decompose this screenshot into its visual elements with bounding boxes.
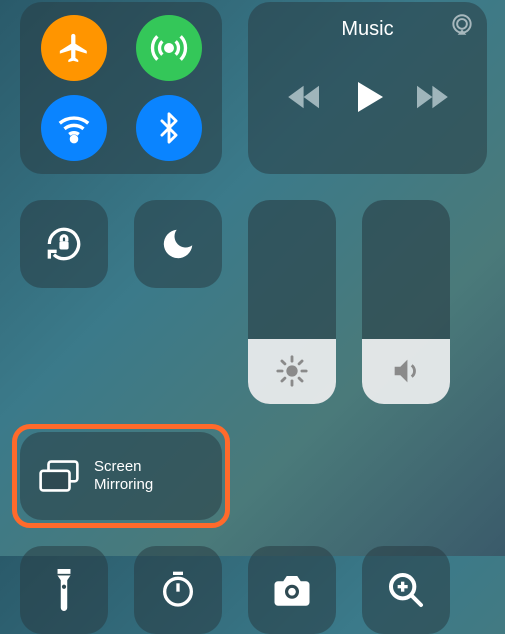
camera-icon xyxy=(271,572,313,608)
music-panel[interactable]: Music xyxy=(248,2,487,174)
airplane-mode-toggle[interactable] xyxy=(41,15,107,81)
airplay-icon[interactable] xyxy=(449,12,475,38)
do-not-disturb-toggle[interactable] xyxy=(134,200,222,288)
next-track-icon[interactable] xyxy=(414,83,448,111)
magnifier-button[interactable] xyxy=(362,546,450,634)
previous-track-icon[interactable] xyxy=(288,83,322,111)
bluetooth-icon xyxy=(152,111,186,145)
wifi-icon xyxy=(55,109,93,147)
bluetooth-toggle[interactable] xyxy=(136,95,202,161)
do-not-disturb-icon xyxy=(159,225,197,263)
connectivity-panel xyxy=(20,2,222,174)
orientation-lock-toggle[interactable] xyxy=(20,200,108,288)
brightness-slider[interactable] xyxy=(248,200,336,404)
airplane-icon xyxy=(57,31,91,65)
timer-icon xyxy=(158,570,198,610)
screen-mirroring-button[interactable]: ScreenMirroring xyxy=(20,432,222,520)
volume-icon xyxy=(389,354,423,388)
magnifier-icon xyxy=(386,570,426,610)
brightness-icon xyxy=(275,354,309,388)
play-icon[interactable] xyxy=(348,73,388,121)
volume-slider[interactable] xyxy=(362,200,450,404)
flashlight-icon xyxy=(52,569,76,611)
flashlight-button[interactable] xyxy=(20,546,108,634)
screen-mirroring-label: ScreenMirroring xyxy=(94,458,153,494)
screen-mirroring-highlight: ScreenMirroring xyxy=(12,424,230,528)
screen-mirroring-icon xyxy=(38,459,80,493)
cellular-data-toggle[interactable] xyxy=(136,15,202,81)
music-title: Music xyxy=(341,18,393,41)
cellular-icon xyxy=(149,28,189,68)
wifi-toggle[interactable] xyxy=(41,95,107,161)
camera-button[interactable] xyxy=(248,546,336,634)
timer-button[interactable] xyxy=(134,546,222,634)
orientation-lock-icon xyxy=(42,222,86,266)
